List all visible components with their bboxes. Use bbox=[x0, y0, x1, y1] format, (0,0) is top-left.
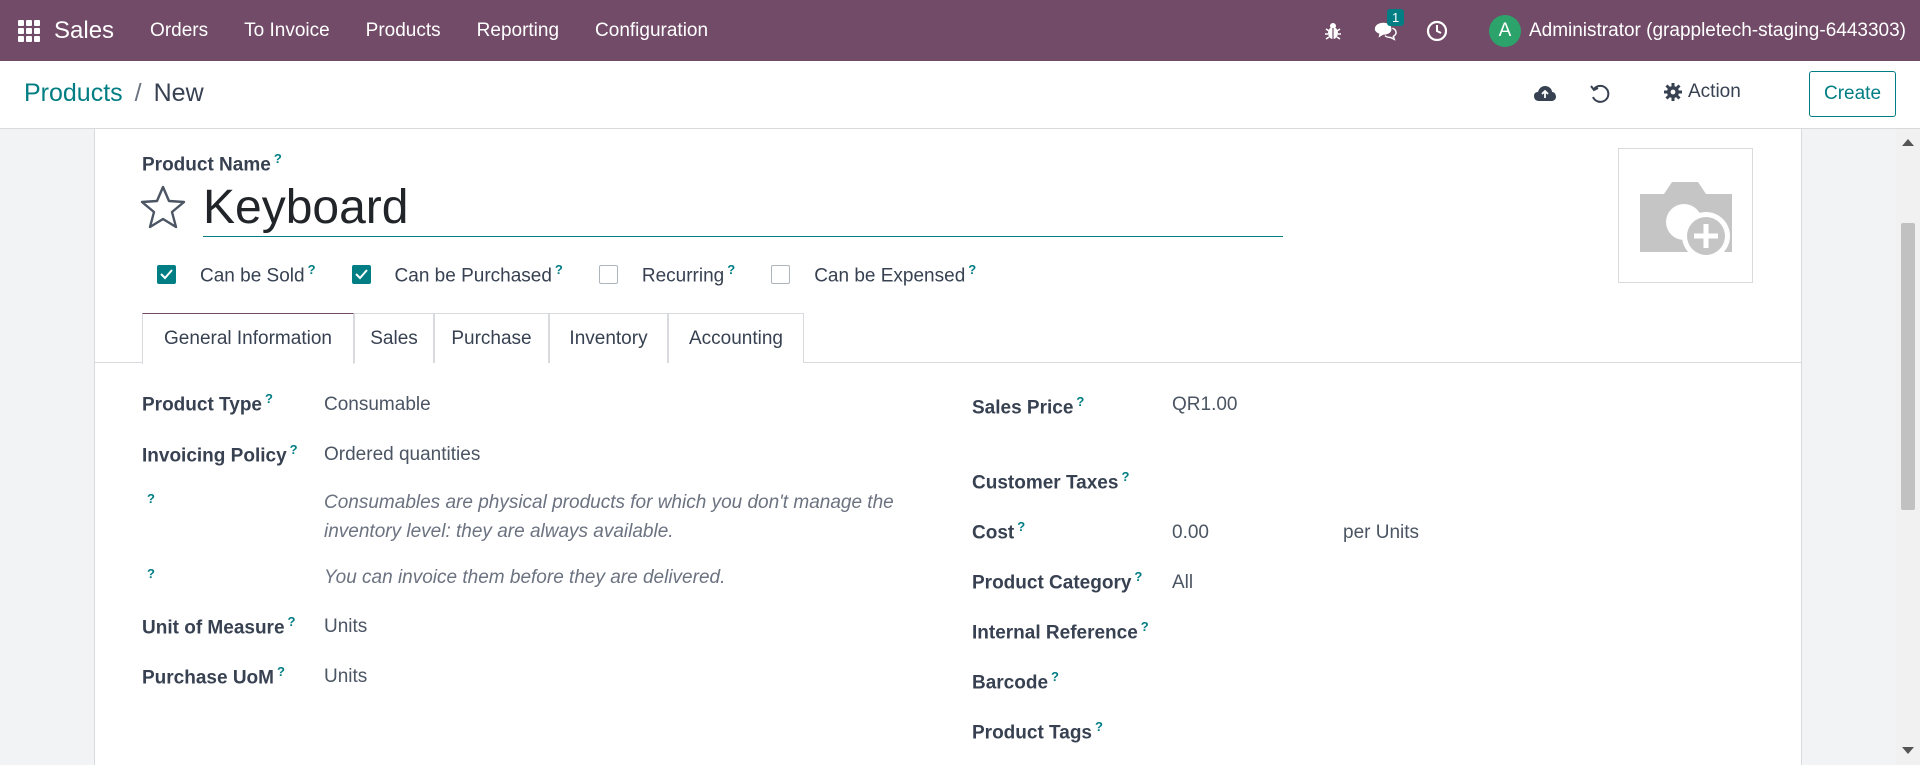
product-name-label: Product Name? bbox=[142, 151, 282, 176]
debug-bug-icon[interactable] bbox=[1321, 19, 1345, 43]
favorite-star-icon[interactable] bbox=[140, 184, 186, 230]
action-label: Action bbox=[1688, 81, 1741, 102]
cost-unit-text: per Units bbox=[1343, 522, 1420, 543]
recurring-label: Recurring? bbox=[641, 262, 736, 287]
help-tooltip-icon[interactable]: ? bbox=[147, 491, 155, 506]
discard-undo-icon[interactable] bbox=[1587, 81, 1613, 107]
invoicing-policy-select[interactable]: Ordered quantities bbox=[324, 444, 480, 466]
product-category-select[interactable]: All bbox=[1172, 572, 1193, 594]
user-avatar[interactable]: A bbox=[1488, 14, 1521, 47]
invoicing-policy-label: Invoicing Policy? bbox=[142, 442, 298, 467]
product-type-label: Product Type? bbox=[142, 391, 273, 416]
sales-price-label: Sales Price? bbox=[972, 394, 1085, 419]
create-button[interactable]: Create bbox=[1809, 71, 1896, 117]
cost-input[interactable]: 0.00 bbox=[1172, 522, 1209, 544]
tab-sales[interactable]: Sales bbox=[354, 313, 434, 363]
breadcrumb-separator: / bbox=[134, 79, 142, 107]
uom-select[interactable]: Units bbox=[324, 616, 367, 638]
help-tooltip-icon[interactable]: ? bbox=[274, 151, 282, 166]
product-tags-label: Product Tags? bbox=[972, 719, 1103, 744]
tab-general-information[interactable]: General Information bbox=[142, 313, 354, 364]
messages-icon[interactable]: 1 bbox=[1373, 8, 1405, 43]
can-be-expensed-label: Can be Expensed? bbox=[814, 262, 977, 287]
scroll-down-arrow[interactable] bbox=[1902, 747, 1914, 754]
camera-plus-icon bbox=[1639, 181, 1732, 260]
form-sheet: Product Name? Can be Sold? Can be Purcha… bbox=[94, 129, 1802, 765]
menu-configuration[interactable]: Configuration bbox=[577, 20, 726, 42]
barcode-label: Barcode? bbox=[972, 669, 1059, 694]
product-flags: Can be Sold? Can be Purchased? Recurring… bbox=[157, 262, 1012, 287]
save-cloud-icon[interactable] bbox=[1532, 81, 1558, 107]
action-menu-button[interactable]: Action bbox=[1664, 81, 1741, 103]
user-menu-name[interactable]: Administrator (grappletech-staging-64433… bbox=[1529, 20, 1906, 42]
can-be-expensed-checkbox[interactable] bbox=[771, 265, 791, 285]
can-be-purchased-label: Can be Purchased? bbox=[394, 262, 563, 287]
internal-reference-label: Internal Reference? bbox=[972, 619, 1149, 644]
product-name-input[interactable] bbox=[203, 179, 1283, 237]
tab-accounting[interactable]: Accounting bbox=[668, 313, 804, 363]
customer-taxes-label: Customer Taxes? bbox=[972, 469, 1130, 494]
help-tooltip-icon[interactable]: ? bbox=[147, 566, 155, 581]
tab-purchase[interactable]: Purchase bbox=[434, 313, 549, 363]
menu-to-invoice[interactable]: To Invoice bbox=[226, 20, 348, 42]
vertical-scrollbar[interactable] bbox=[1896, 129, 1920, 765]
control-panel: Products / New Action Create bbox=[0, 61, 1920, 129]
top-navbar: Sales Orders To Invoice Products Reporti… bbox=[0, 0, 1920, 61]
menu-orders[interactable]: Orders bbox=[132, 20, 226, 42]
scroll-thumb[interactable] bbox=[1901, 223, 1915, 510]
breadcrumb: Products / New bbox=[24, 79, 204, 108]
purchase-uom-select[interactable]: Units bbox=[324, 666, 367, 688]
breadcrumb-products-link[interactable]: Products bbox=[24, 79, 123, 108]
gear-icon bbox=[1664, 83, 1682, 101]
menu-reporting[interactable]: Reporting bbox=[459, 20, 577, 42]
menu-products[interactable]: Products bbox=[348, 20, 459, 42]
apps-menu-icon[interactable] bbox=[18, 19, 40, 42]
notebook-tabs: General Information Sales Purchase Inven… bbox=[95, 313, 1801, 364]
activity-clock-icon[interactable] bbox=[1425, 19, 1449, 43]
scroll-up-arrow[interactable] bbox=[1902, 139, 1914, 146]
invoice-help-text: You can invoice them before they are del… bbox=[324, 567, 726, 588]
sales-price-input[interactable]: QR1.00 bbox=[1172, 394, 1237, 416]
tab-inventory[interactable]: Inventory bbox=[549, 313, 668, 363]
messages-count-badge: 1 bbox=[1386, 8, 1405, 26]
app-brand[interactable]: Sales bbox=[54, 17, 114, 45]
product-type-select[interactable]: Consumable bbox=[324, 394, 431, 416]
consumable-help-text: Consumables are physical products for wh… bbox=[324, 492, 894, 542]
breadcrumb-current: New bbox=[153, 79, 204, 107]
can-be-sold-checkbox[interactable] bbox=[157, 265, 176, 285]
recurring-checkbox[interactable] bbox=[598, 265, 618, 285]
purchase-uom-label: Purchase UoM? bbox=[142, 664, 285, 689]
can-be-sold-label: Can be Sold? bbox=[200, 262, 316, 287]
product-category-label: Product Category? bbox=[972, 569, 1143, 594]
cost-label: Cost? bbox=[972, 519, 1026, 544]
uom-label: Unit of Measure? bbox=[142, 614, 296, 639]
can-be-purchased-checkbox[interactable] bbox=[351, 265, 371, 285]
product-image-upload[interactable] bbox=[1618, 148, 1753, 283]
